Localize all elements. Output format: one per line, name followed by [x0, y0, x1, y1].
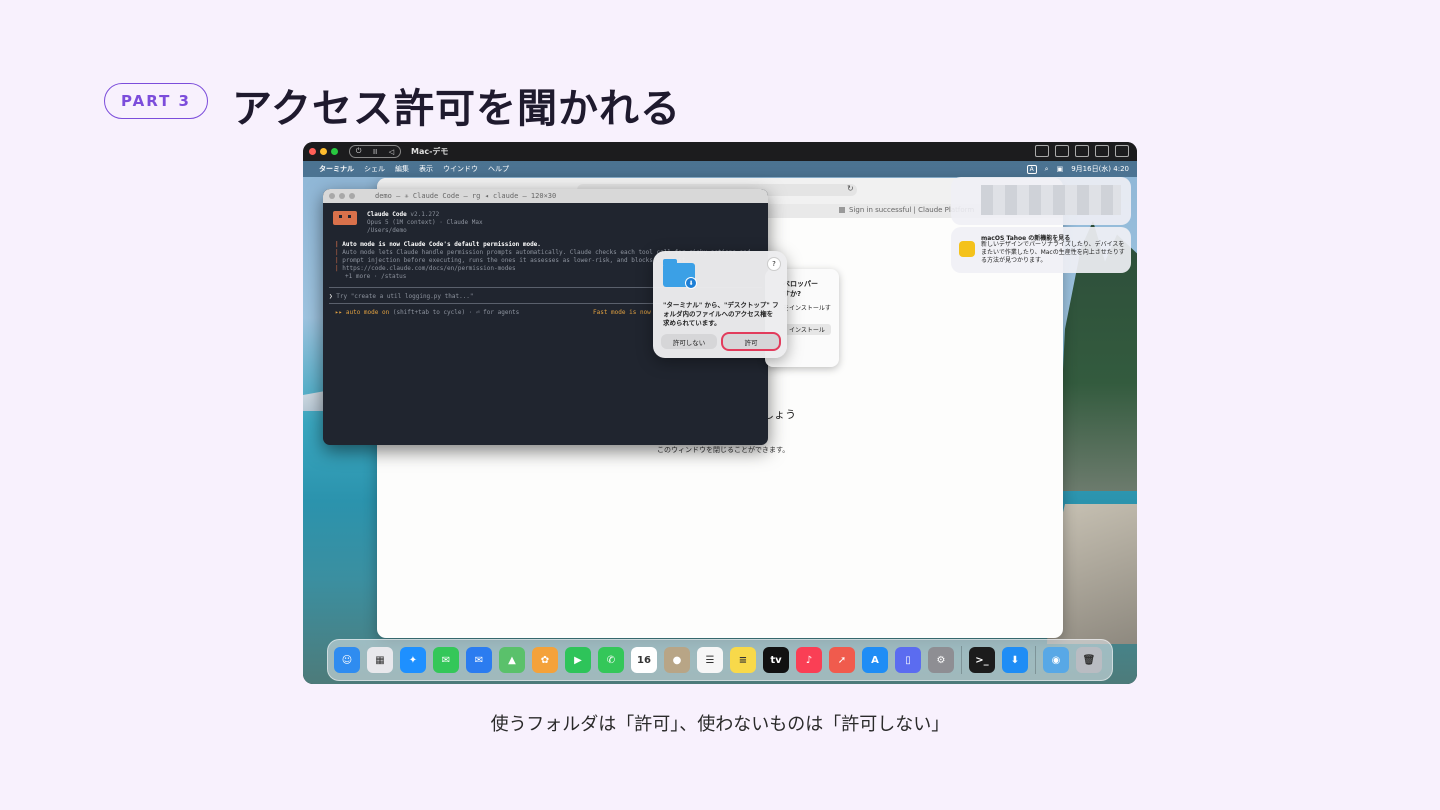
phone-icon[interactable]: ✆ — [598, 647, 624, 673]
tips-notification[interactable]: macOS Tahoe の新機能を見る 新しいデザインでパーソナライズしたり、デ… — [951, 227, 1131, 273]
downloads-app-icon[interactable]: ⬇ — [1002, 647, 1028, 673]
desktop-folder-icon: ⬇ — [663, 259, 697, 289]
finder-icon[interactable]: ☺ — [334, 647, 360, 673]
back-icon[interactable]: ◁ — [389, 148, 394, 156]
input-source-icon[interactable]: A — [1026, 164, 1037, 174]
app-store-icon[interactable]: A — [862, 647, 888, 673]
maps-icon[interactable]: ▲ — [499, 647, 525, 673]
installer-text: ベロッパー — [783, 280, 818, 288]
notes-icon[interactable]: ≡ — [730, 647, 756, 673]
minimize-icon[interactable] — [320, 148, 327, 155]
reminders-icon[interactable]: ☰ — [697, 647, 723, 673]
prompt-input[interactable]: ❯ Try "create a util logging.py that..." — [329, 293, 474, 300]
window-icon[interactable] — [1115, 145, 1129, 157]
screenshot-icon[interactable] — [1035, 145, 1049, 157]
reload-icon[interactable]: ↻ — [847, 184, 854, 193]
menu-shell[interactable]: シェル — [364, 164, 385, 174]
download-badge-icon: ⬇ — [685, 277, 697, 289]
app-header: Claude Code v2.1.272 — [367, 211, 440, 218]
music-icon[interactable]: ♪ — [796, 647, 822, 673]
menu-window[interactable]: ウインドウ — [443, 164, 478, 174]
menu-help[interactable]: ヘルプ — [488, 164, 509, 174]
dock-separator — [1035, 646, 1036, 674]
desktop: ターミナル シェル 編集 表示 ウインドウ ヘルプ A ⌕ ▣ 9月16日(水)… — [303, 161, 1137, 684]
vm-window-bar: ⏻ II ◁ Mac-デモ — [303, 142, 1137, 161]
slide-caption: 使うフォルダは「許可」、使わないものは「許可しない」 — [490, 714, 950, 735]
iphone-mirroring-icon[interactable]: ▯ — [895, 647, 921, 673]
terminal-minimize-icon[interactable] — [339, 193, 345, 199]
mode-status: ▸▸ auto mode on (shift+tab to cycle) · ⏎… — [335, 309, 520, 316]
zoom-icon[interactable] — [331, 148, 338, 155]
path-line: /Users/demo — [367, 227, 407, 234]
launcher-icon[interactable]: ➚ — [829, 647, 855, 673]
help-button[interactable]: ? — [767, 257, 781, 271]
photos-icon[interactable]: ✿ — [532, 647, 558, 673]
downloads-folder-icon[interactable]: ◉ — [1043, 647, 1069, 673]
calendar-icon[interactable]: 16 — [631, 647, 657, 673]
pause-icon[interactable]: II — [373, 148, 377, 156]
tv-icon[interactable]: tv — [763, 647, 789, 673]
close-icon[interactable] — [309, 148, 316, 155]
dock: ☺ ▦ ✦ ✉ ✉ ▲ ✿ ▶ ✆ 16 ● ☰ ≡ tv ♪ ➚ A ▯ ⚙ >_ ⬇ ◉ 🗑 — [327, 639, 1113, 681]
blurred-content — [981, 185, 1121, 215]
mail-icon[interactable]: ✉ — [466, 647, 492, 673]
trash-icon[interactable]: 🗑 — [1076, 647, 1102, 673]
notification-body: 新しいデザインでパーソナライズしたり、デバイスをまたいで作業したり、Macの生産… — [981, 241, 1125, 264]
terminal-zoom-icon[interactable] — [349, 193, 355, 199]
notice-title: | Auto mode is now Claude Code's default… — [335, 241, 541, 248]
screenshot: ⏻ II ◁ Mac-デモ ターミナル シェル 編集 表示 ウインドウ ヘルプ … — [303, 142, 1137, 684]
terminal-close-icon[interactable] — [329, 193, 335, 199]
permission-message: "ターミナル" から、"デスクトップ" フォルダ内のファイルへのアクセス権を求め… — [663, 301, 779, 327]
browser-message: このウィンドウを閉じることができます。 — [657, 446, 790, 454]
allow-button[interactable]: 許可 — [723, 334, 779, 349]
menu-terminal[interactable]: ターミナル — [319, 164, 354, 174]
power-icon[interactable]: ⏻ — [356, 147, 362, 156]
menu-bar: ターミナル シェル 編集 表示 ウインドウ ヘルプ A ⌕ ▣ 9月16日(水)… — [303, 161, 1137, 177]
terminal-icon[interactable]: >_ — [969, 647, 995, 673]
dock-separator — [961, 646, 962, 674]
blurred-notification[interactable] — [951, 177, 1131, 225]
terminal-title: demo — ✳ Claude Code — rg ◂ claude — 120… — [375, 192, 557, 200]
fast-mode-status: Fast mode is now — [593, 309, 651, 316]
safari-icon[interactable]: ✦ — [400, 647, 426, 673]
part-badge: PART 3 — [104, 83, 208, 119]
menu-edit[interactable]: 編集 — [395, 164, 409, 174]
control-center-icon[interactable]: ▣ — [1057, 165, 1064, 173]
launchpad-icon[interactable]: ▦ — [367, 647, 393, 673]
menubar-clock[interactable]: 9月16日(水) 4:20 — [1071, 164, 1129, 174]
folder-icon[interactable] — [1095, 145, 1109, 157]
installer-text: をインストールす — [783, 305, 831, 312]
menu-view[interactable]: 表示 — [419, 164, 433, 174]
install-button[interactable]: インストール — [783, 324, 831, 335]
vm-toolbar-icons — [1035, 145, 1129, 157]
facetime-icon[interactable]: ▶ — [565, 647, 591, 673]
claude-logo-icon — [333, 211, 357, 225]
messages-icon[interactable]: ✉ — [433, 647, 459, 673]
contacts-icon[interactable]: ● — [664, 647, 690, 673]
system-settings-icon[interactable]: ⚙ — [928, 647, 954, 673]
deny-button[interactable]: 許可しない — [661, 334, 717, 349]
vm-title: Mac-デモ — [411, 147, 449, 156]
permission-dialog: ⬇ ? "ターミナル" から、"デスクトップ" フォルダ内のファイルへのアクセス… — [653, 251, 787, 358]
share-icon[interactable] — [1075, 145, 1089, 157]
slide-title: アクセス許可を聞かれる — [232, 86, 681, 132]
more-line: +1 more · /status — [345, 273, 407, 280]
resize-icon[interactable] — [1055, 145, 1069, 157]
notice-link[interactable]: | https://code.claude.com/docs/en/permis… — [335, 265, 516, 272]
tips-icon — [959, 241, 975, 257]
model-line: Opus 5 (1M context) · Claude Max — [367, 219, 483, 226]
notice-line: | prompt injection before executing, run… — [335, 257, 690, 264]
vm-controls[interactable]: ⏻ II ◁ — [349, 145, 401, 158]
search-icon[interactable]: ⌕ — [1045, 165, 1049, 174]
terminal-titlebar: demo — ✳ Claude Code — rg ◂ claude — 120… — [323, 189, 768, 203]
